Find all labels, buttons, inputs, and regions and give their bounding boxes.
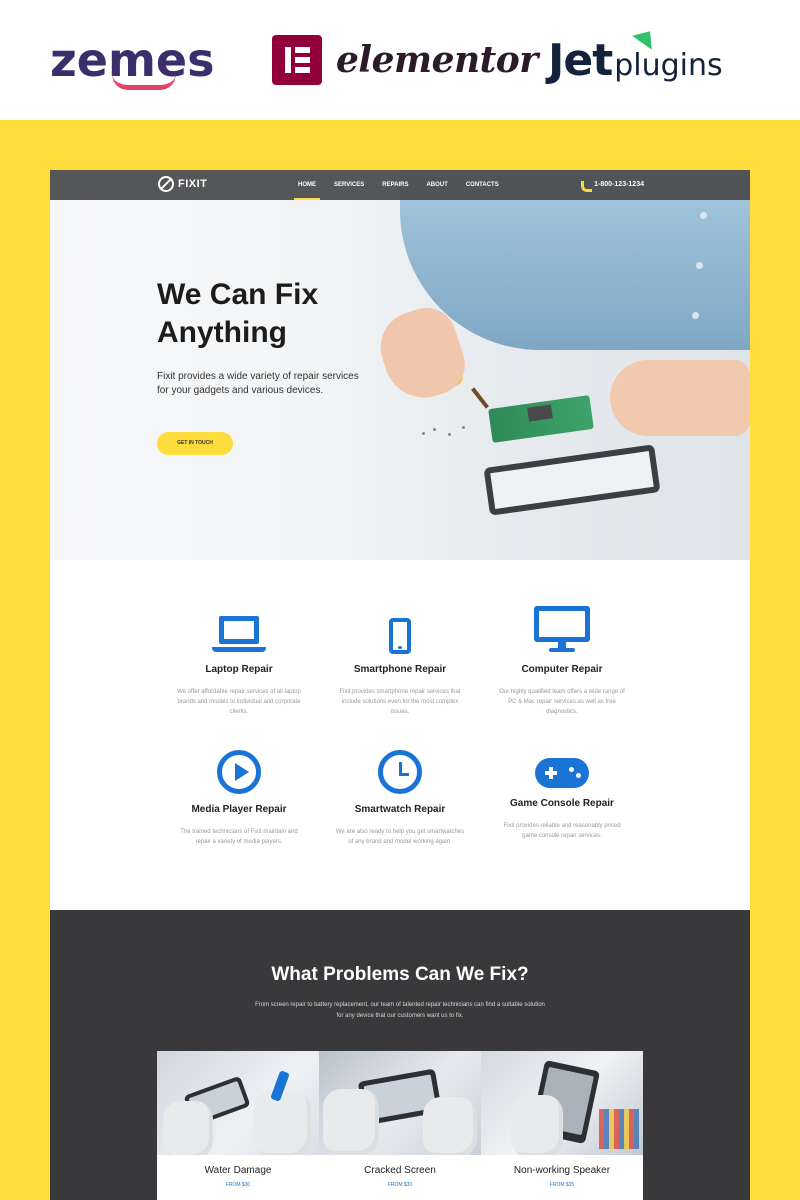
nav-item-contacts[interactable]: CONTACTS <box>466 170 499 200</box>
services-section: Laptop Repair We offer affordable repair… <box>50 560 750 910</box>
smartphone-icon <box>389 618 411 654</box>
play-icon <box>217 750 261 794</box>
service-title: Smartphone Repair <box>353 664 447 675</box>
service-description: Fixit provides reliable and reasonably p… <box>503 823 621 839</box>
phone-number: 1-800-123-1234 <box>594 181 644 188</box>
problems-subtitle: From screen repair to battery replacemen… <box>255 1002 545 1019</box>
service-game-console-repair[interactable]: Game Console Repair Fixit provides relia… <box>497 738 627 841</box>
problem-card-title: Water Damage <box>204 1165 272 1176</box>
service-title: Smartwatch Repair <box>354 804 446 815</box>
nav-item-services[interactable]: SERVICES <box>334 170 364 200</box>
problems-section: What Problems Can We Fix? From screen re… <box>50 910 750 1200</box>
service-laptop-repair[interactable]: Laptop Repair We offer affordable repair… <box>174 598 304 717</box>
hero-section: FIXIT HOME SERVICES REPAIRS ABOUT CONTAC… <box>50 170 750 560</box>
elementor-badge-icon <box>272 35 322 85</box>
jet-arrow-icon <box>632 24 660 50</box>
fixit-logo-text: FIXIT <box>178 178 208 190</box>
laptop-icon <box>212 616 266 654</box>
service-title: Laptop Repair <box>205 664 273 675</box>
problem-card-price: FROM $30 <box>387 1182 413 1188</box>
top-navigation: FIXIT HOME SERVICES REPAIRS ABOUT CONTAC… <box>50 170 750 200</box>
fixit-logo-icon <box>158 176 174 192</box>
clock-icon <box>378 750 422 794</box>
service-title: Game Console Repair <box>510 798 614 809</box>
nav-item-home[interactable]: HOME <box>294 170 320 200</box>
cracked-screen-image <box>319 1051 481 1155</box>
problem-card-cracked-screen[interactable]: Cracked Screen FROM $30 <box>319 1051 481 1200</box>
problem-cards: Water Damage FROM $30 Cracked Screen FRO… <box>157 1051 643 1200</box>
service-description: The trained technicians of Fixit maintai… <box>180 829 298 845</box>
problems-title: What Problems Can We Fix? <box>271 964 529 985</box>
service-title: Media Player Repair <box>191 804 287 815</box>
hero-subtitle: Fixit provides a wide variety of repair … <box>157 371 359 396</box>
service-smartwatch-repair[interactable]: Smartwatch Repair We are also ready to h… <box>335 738 465 847</box>
service-media-player-repair[interactable]: Media Player Repair The trained technici… <box>174 738 304 847</box>
service-description: We offer affordable repair services of a… <box>177 689 301 715</box>
problem-card-water-damage[interactable]: Water Damage FROM $30 <box>157 1051 319 1200</box>
zemes-smile-icon <box>112 74 176 90</box>
service-smartphone-repair[interactable]: Smartphone Repair Fixit provides smartph… <box>335 598 465 717</box>
problem-card-non-working-speaker[interactable]: Non-working Speaker FROM $35 <box>481 1051 643 1200</box>
non-working-speaker-image <box>481 1051 643 1155</box>
problem-card-title: Cracked Screen <box>364 1165 436 1176</box>
water-damage-image <box>157 1051 319 1155</box>
monitor-icon <box>534 606 590 654</box>
service-title: Computer Repair <box>521 664 603 675</box>
plugins-wordmark: plugins <box>614 47 723 83</box>
nav-item-about[interactable]: ABOUT <box>426 170 447 200</box>
fixit-logo[interactable]: FIXIT <box>158 176 207 192</box>
service-description: Fixit provides smartphone repair service… <box>339 689 461 715</box>
phone-icon <box>581 181 593 192</box>
problem-card-price: FROM $30 <box>225 1182 251 1188</box>
site-preview: FIXIT HOME SERVICES REPAIRS ABOUT CONTAC… <box>50 170 750 1200</box>
jet-wordmark: Jet <box>548 34 613 86</box>
hero-title: We Can Fix Anything <box>157 278 319 349</box>
service-computer-repair[interactable]: Computer Repair Our highly qualified tea… <box>497 598 627 717</box>
elementor-wordmark: elementor <box>336 39 538 81</box>
jetplugins-logo[interactable]: Jet plugins <box>548 0 723 120</box>
problem-card-price: FROM $35 <box>549 1182 575 1188</box>
phone-contact[interactable]: 1-800-123-1234 <box>581 170 644 200</box>
screwdriver-tip-image <box>471 387 489 409</box>
brand-strip: zemes elementor Jet plugins <box>0 0 800 120</box>
service-description: We are also ready to help you get smartw… <box>335 829 465 845</box>
nav-menu: HOME SERVICES REPAIRS ABOUT CONTACTS <box>294 170 517 200</box>
zemes-logo[interactable]: zemes <box>50 0 214 120</box>
problem-card-title: Non-working Speaker <box>513 1165 611 1176</box>
service-description: Our highly qualified team offers a wide … <box>499 689 625 715</box>
nav-item-repairs[interactable]: REPAIRS <box>382 170 408 200</box>
phone-frame-image <box>483 444 661 516</box>
elementor-logo[interactable]: elementor <box>272 0 538 120</box>
gamepad-icon <box>535 758 589 788</box>
get-in-touch-button[interactable]: GET IN TOUCH <box>157 432 233 455</box>
right-hand-image <box>610 360 750 436</box>
